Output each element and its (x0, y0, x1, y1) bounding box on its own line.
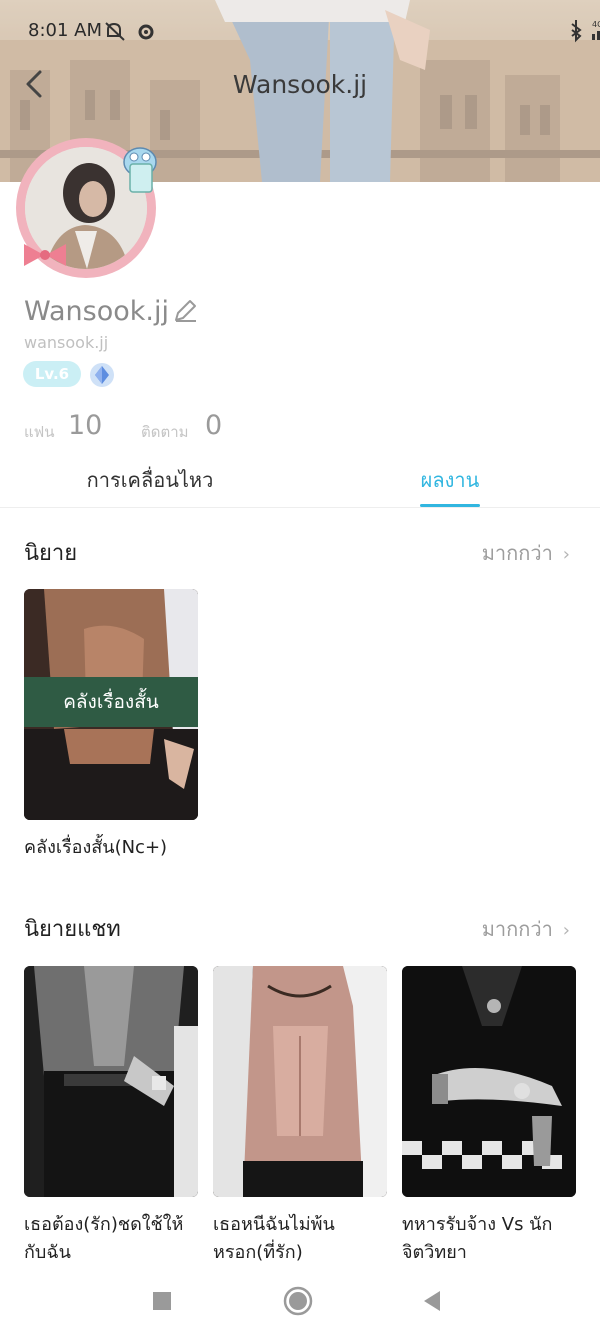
bow-decoration-icon (24, 244, 66, 266)
following-count[interactable]: 0 (205, 410, 222, 441)
tab-activity[interactable]: การเคลื่อนไหว (60, 464, 240, 496)
chat-novel-title: ทหารรับจ้าง Vs นักจิตวิทยา (402, 1214, 553, 1263)
back-nav-button[interactable] (414, 1278, 454, 1318)
system-navigation-bar (0, 1270, 600, 1333)
status-time: 8:01 AM (28, 20, 102, 41)
active-tab-indicator (420, 504, 480, 507)
profile-name: Wansook.jj (24, 296, 169, 327)
chat-novel-title: เธอต้อง(รัก)ชดใช้ให้กับฉัน (24, 1214, 184, 1263)
chat-novel-cover-image (213, 966, 387, 1197)
level-badge[interactable]: Lv.6 (23, 361, 81, 387)
chat-novel-cover-image (24, 966, 198, 1197)
page-title: Wansook.jj (232, 70, 368, 99)
bluetooth-icon (571, 20, 582, 43)
profile-handle: wansook.jj (24, 333, 109, 352)
recent-apps-button[interactable] (142, 1278, 182, 1318)
more-label: มากกว่า (481, 541, 553, 565)
edit-profile-button[interactable] (172, 298, 198, 324)
fans-label: แฟน (24, 423, 55, 441)
tab-works[interactable]: ผลงาน (390, 464, 510, 496)
chat-novel-card[interactable]: ทหารรับจ้าง Vs นักจิตวิทยา (402, 966, 576, 1267)
settings-gear-icon (138, 24, 154, 40)
novels-more-link[interactable]: มากกว่า › (482, 537, 570, 569)
novel-title: คลังเรื่องสั้น(Nc+) (24, 837, 168, 858)
chevron-right-icon: › (562, 920, 570, 941)
chat-novel-card[interactable]: เธอต้อง(รัก)ชดใช้ให้กับฉัน (24, 966, 198, 1267)
circle-home-icon (283, 1286, 313, 1316)
triangle-back-icon (424, 1291, 440, 1311)
gem-badge[interactable] (89, 362, 115, 388)
home-button[interactable] (278, 1278, 318, 1318)
pencil-icon (175, 300, 196, 322)
network-type-label: 4G+ (592, 20, 600, 29)
chat-novel-title: เธอหนีฉันไม่พ้น หรอก(ที่รัก) (213, 1214, 335, 1263)
mascot-sticker-icon (123, 147, 157, 193)
more-label: มากกว่า (481, 917, 553, 941)
square-icon (153, 1292, 171, 1310)
chat-novels-more-link[interactable]: มากกว่า › (482, 913, 570, 945)
novels-section-title: นิยาย (24, 541, 78, 566)
mute-bell-icon (105, 22, 125, 41)
chat-novels-section-title: นิยายแชท (24, 917, 121, 942)
chevron-right-icon: › (562, 544, 570, 565)
novel-cover-image: คลังเรื่องสั้น (24, 589, 198, 820)
fans-count[interactable]: 10 (68, 410, 102, 441)
status-bar: 8:01 AM 4 (0, 14, 600, 50)
avatar[interactable] (16, 138, 157, 278)
diamond-icon (90, 363, 114, 387)
profile-tabs: การเคลื่อนไหว ผลงาน (0, 458, 600, 508)
chat-novel-card[interactable]: เธอหนีฉันไม่พ้น หรอก(ที่รัก) (213, 966, 387, 1267)
cover-ribbon-text: คลังเรื่องสั้น (24, 677, 198, 727)
chat-novel-cover-image (402, 966, 576, 1197)
novel-card[interactable]: คลังเรื่องสั้น คลังเรื่องสั้น(Nc+) (24, 589, 198, 862)
following-label: ติดตาม (141, 423, 189, 441)
